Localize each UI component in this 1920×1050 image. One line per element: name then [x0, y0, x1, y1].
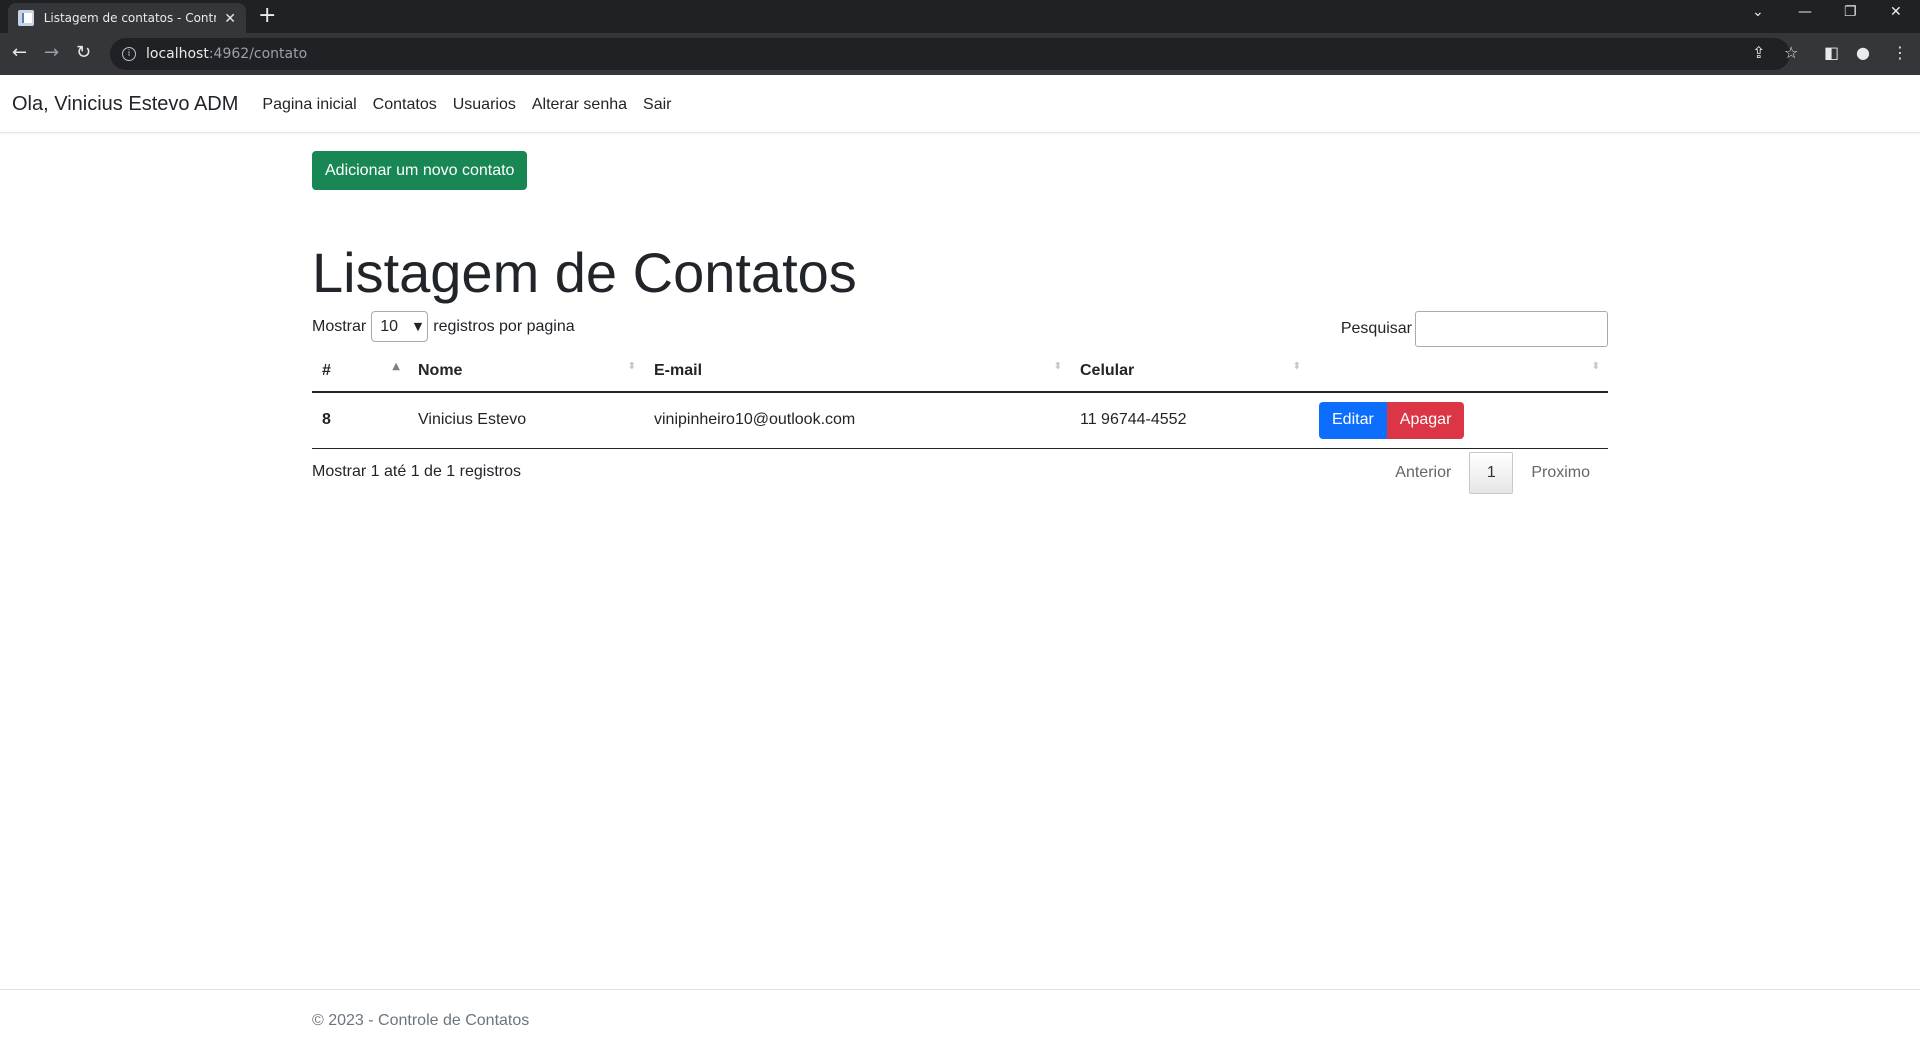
pagination: Anterior 1 Proximo — [1377, 452, 1608, 494]
tab-close-icon[interactable]: ✕ — [224, 11, 236, 25]
forward-icon[interactable]: → — [44, 42, 59, 64]
column-header-id-label: # — [322, 362, 331, 379]
cell-actions: Editar Apagar — [1309, 392, 1608, 449]
sort-ascending-icon: ▲ — [392, 361, 400, 372]
address-bar[interactable]: i localhost :4962/contato — [110, 38, 1790, 70]
add-contact-button[interactable]: Adicionar um novo contato — [312, 151, 528, 190]
sort-icon: ⬍ — [1292, 361, 1301, 372]
page-length-value: 10 — [380, 317, 399, 335]
column-header-celular[interactable]: Celular ⬍ — [1070, 351, 1309, 393]
page-length-select[interactable]: 10 ▼ — [371, 311, 429, 342]
length-suffix-label: registros por pagina — [433, 317, 575, 335]
pagination-previous[interactable]: Anterior — [1377, 464, 1469, 482]
site-info-icon[interactable]: i — [122, 47, 136, 61]
cell-nome: Vinicius Estevo — [408, 392, 644, 449]
chevron-down-icon: ▼ — [413, 320, 423, 333]
column-header-celular-label: Celular — [1080, 362, 1135, 379]
nav-link-alterar-senha[interactable]: Alterar senha — [532, 96, 627, 114]
restore-icon[interactable]: ❐ — [1844, 4, 1857, 20]
cell-email: vinipinheiro10@outlook.com — [644, 392, 1070, 449]
tab-title: Listagem de contatos - Controle — [43, 11, 217, 25]
sort-icon: ⬍ — [627, 361, 636, 372]
column-header-email-label: E-mail — [654, 362, 703, 379]
profile-icon[interactable]: ● — [1856, 43, 1870, 62]
url-path: :4962/contato — [208, 46, 308, 62]
edit-button[interactable]: Editar — [1319, 401, 1387, 439]
column-header-nome[interactable]: Nome ⬍ — [408, 351, 644, 393]
tab-search-chevron-icon[interactable]: ⌄ — [1752, 4, 1764, 20]
search-label: Pesquisar — [1340, 320, 1412, 337]
browser-tabstrip: Listagem de contatos - Controle ✕ + ⌄ — … — [0, 0, 1920, 33]
pagination-next[interactable]: Proximo — [1513, 464, 1608, 482]
search-control: Pesquisar — [1341, 311, 1608, 347]
length-prefix-label: Mostrar — [312, 317, 367, 335]
sort-icon: ⬍ — [1053, 361, 1062, 372]
column-header-nome-label: Nome — [418, 362, 463, 379]
reload-icon[interactable]: ↻ — [76, 42, 91, 64]
window-close-icon[interactable]: ✕ — [1890, 4, 1902, 20]
new-tab-icon[interactable]: + — [258, 5, 276, 27]
browser-tab[interactable]: Listagem de contatos - Controle ✕ — [8, 3, 246, 33]
navbar: Ola, Vinicius Estevo ADM Pagina inicial … — [0, 77, 1920, 133]
nav-link-contatos[interactable]: Contatos — [373, 96, 437, 114]
contacts-table: # ▲ Nome ⬍ E-mail ⬍ Celular ⬍ ⬍ 8 Vinici… — [312, 351, 1608, 449]
nav-link-sair[interactable]: Sair — [643, 96, 671, 114]
table-header-row: # ▲ Nome ⬍ E-mail ⬍ Celular ⬍ ⬍ — [312, 351, 1608, 393]
nav-link-pagina-inicial[interactable]: Pagina inicial — [262, 96, 356, 114]
bookmark-star-icon[interactable]: ☆ — [1784, 43, 1798, 62]
delete-button[interactable]: Apagar — [1386, 401, 1465, 439]
table-info: Mostrar 1 até 1 de 1 registros — [312, 463, 521, 480]
share-icon[interactable]: ⇪ — [1752, 43, 1765, 62]
table-row: 8 Vinicius Estevo vinipinheiro10@outlook… — [312, 392, 1608, 449]
cell-id: 8 — [312, 392, 408, 449]
nav-link-usuarios[interactable]: Usuarios — [453, 96, 516, 114]
cell-celular: 11 96744-4552 — [1070, 392, 1309, 449]
browser-menu-icon[interactable]: ⋮ — [1892, 43, 1908, 62]
footer: © 2023 - Controle de Contatos — [0, 989, 1920, 1050]
pagination-page-current[interactable]: 1 — [1469, 452, 1514, 494]
url-host: localhost — [146, 46, 209, 62]
search-input[interactable] — [1415, 311, 1608, 347]
column-header-id[interactable]: # ▲ — [312, 351, 408, 393]
column-header-email[interactable]: E-mail ⬍ — [644, 351, 1070, 393]
minimize-icon[interactable]: — — [1798, 4, 1812, 20]
navbar-brand[interactable]: Ola, Vinicius Estevo ADM — [12, 93, 238, 116]
page-title: Listagem de Contatos — [312, 241, 857, 304]
column-header-actions[interactable]: ⬍ — [1309, 351, 1608, 393]
page-favicon-icon — [18, 10, 34, 26]
page-length-control: Mostrar 10 ▼ registros por pagina — [312, 311, 575, 342]
side-panel-icon[interactable]: ◧ — [1824, 43, 1839, 62]
browser-toolbar: ← → ↻ i localhost :4962/contato ⇪ ☆ ◧ ● … — [0, 33, 1920, 75]
footer-text: © 2023 - Controle de Contatos — [312, 1012, 530, 1029]
sort-icon: ⬍ — [1591, 361, 1600, 372]
back-icon[interactable]: ← — [12, 42, 27, 64]
